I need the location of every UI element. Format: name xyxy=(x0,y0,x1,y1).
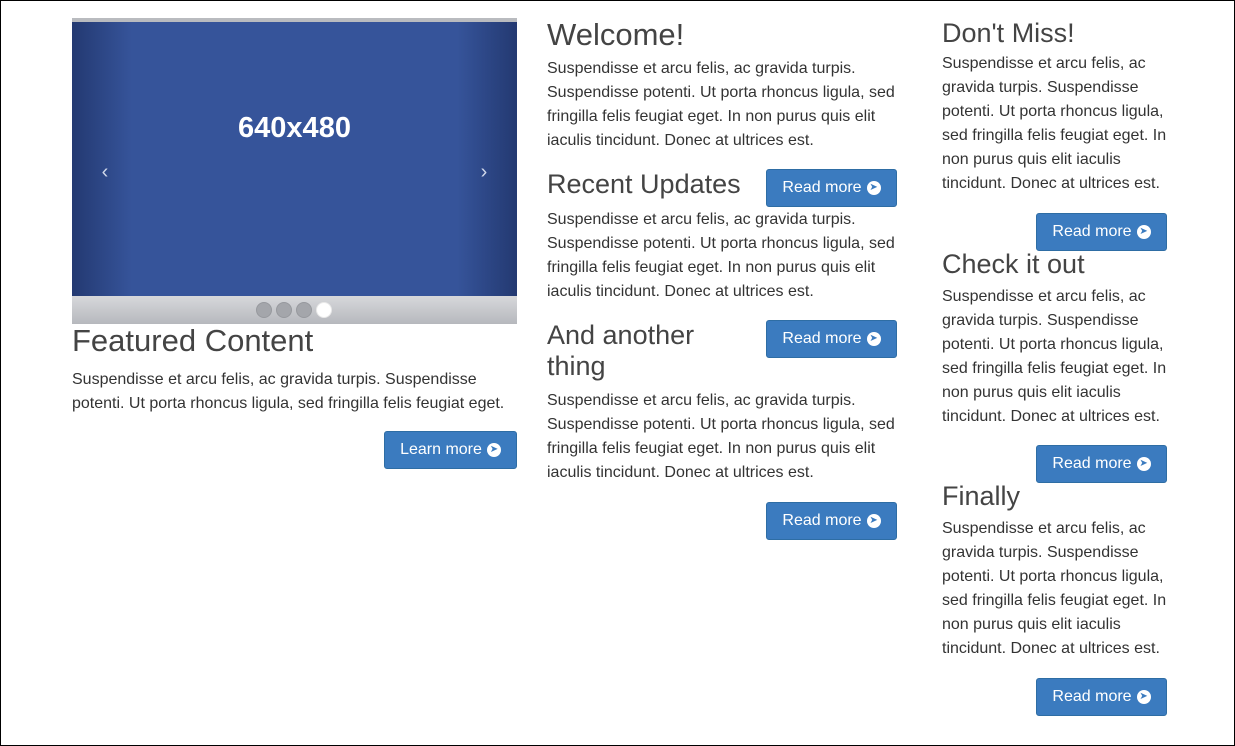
arrow-circle-right-icon: ➤ xyxy=(486,443,501,457)
dont-miss-text: Suspendisse et arcu felis, ac gravida tu… xyxy=(942,55,1167,192)
arrow-circle-right-icon: ➤ xyxy=(866,332,881,346)
another-thing-title: And another thing xyxy=(547,320,695,381)
arrow-circle-right-icon: ➤ xyxy=(1136,457,1151,471)
read-more-label: Read more xyxy=(1052,223,1132,240)
check-it-out-text: Suspendisse et arcu felis, ac gravida tu… xyxy=(942,288,1167,425)
arrow-circle-right-icon: ➤ xyxy=(1136,225,1151,239)
recent-updates-title: Recent Updates xyxy=(547,169,741,199)
carousel-indicator-2[interactable] xyxy=(276,302,292,318)
arrow-circle-right-icon: ➤ xyxy=(1136,690,1151,704)
arrow-circle-right-icon: ➤ xyxy=(866,181,881,195)
check-it-out-title: Check it out xyxy=(942,249,1085,279)
finally-text: Suspendisse et arcu felis, ac gravida tu… xyxy=(942,520,1167,657)
learn-more-label: Learn more xyxy=(400,441,482,458)
finally-title: Finally xyxy=(942,481,1021,511)
carousel-indicators xyxy=(256,302,332,318)
carousel-next-button[interactable]: › xyxy=(472,158,496,186)
featured-text: Suspendisse et arcu felis, ac gravida tu… xyxy=(72,371,505,412)
chevron-left-icon: ‹ xyxy=(101,161,109,183)
welcome-text: Suspendisse et arcu felis, ac gravida tu… xyxy=(547,60,895,149)
chevron-right-icon: › xyxy=(480,161,488,183)
read-more-label: Read more xyxy=(1052,455,1132,472)
featured-column: 640x480 ‹ › Featured Content Suspendisse… xyxy=(72,18,517,469)
read-more-label: Read more xyxy=(782,512,862,529)
read-more-label: Read more xyxy=(782,179,862,196)
carousel-indicator-3[interactable] xyxy=(296,302,312,318)
featured-title: Featured Content xyxy=(72,323,314,358)
learn-more-button[interactable]: Learn more ➤ xyxy=(384,431,517,469)
welcome-title: Welcome! xyxy=(547,17,685,52)
recent-updates-text: Suspendisse et arcu felis, ac gravida tu… xyxy=(547,211,895,300)
read-more-label: Read more xyxy=(1052,688,1132,705)
image-carousel: 640x480 ‹ › xyxy=(72,18,517,324)
dont-miss-title: Don't Miss! xyxy=(942,18,1075,48)
another-thing-read-more-button[interactable]: Read more ➤ xyxy=(766,320,897,358)
another-thing-text: Suspendisse et arcu felis, ac gravida tu… xyxy=(547,392,895,481)
another-thing-bottom-read-more-button[interactable]: Read more ➤ xyxy=(766,502,897,540)
slide-placeholder-label: 640x480 xyxy=(238,112,351,144)
carousel-indicator-4[interactable] xyxy=(316,302,332,318)
recent-updates-read-more-button[interactable]: Read more ➤ xyxy=(766,169,897,207)
read-more-label: Read more xyxy=(782,330,862,347)
finally-read-more-button[interactable]: Read more ➤ xyxy=(1036,678,1167,716)
dont-miss-read-more-button[interactable]: Read more ➤ xyxy=(1036,213,1167,251)
check-it-out-read-more-button[interactable]: Read more ➤ xyxy=(1036,445,1167,483)
carousel-prev-button[interactable]: ‹ xyxy=(93,158,117,186)
carousel-slide: 640x480 xyxy=(72,22,517,296)
carousel-indicator-1[interactable] xyxy=(256,302,272,318)
arrow-circle-right-icon: ➤ xyxy=(866,514,881,528)
